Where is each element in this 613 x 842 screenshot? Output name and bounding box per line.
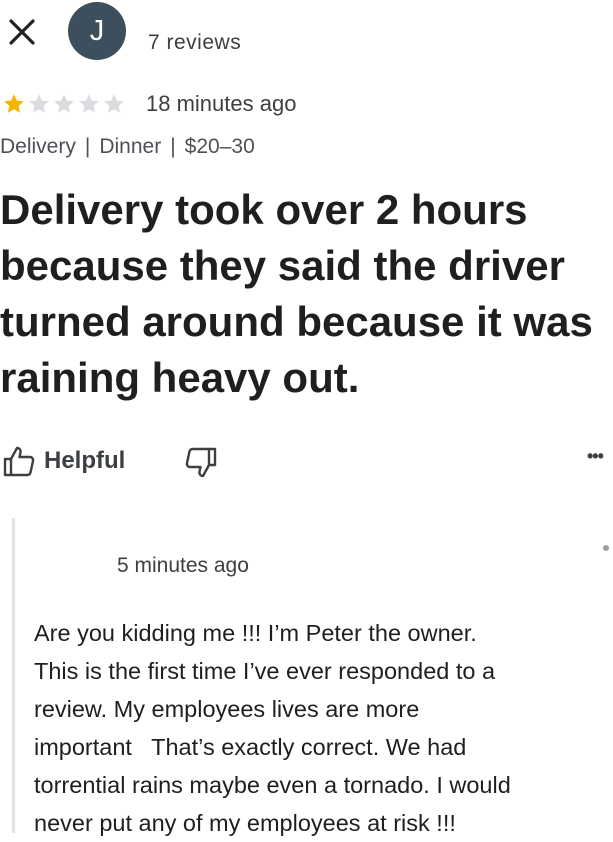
reply-text-line: review. My employees lives are more — [34, 696, 420, 722]
review-text: Delivery took over 2 hours because they … — [0, 182, 613, 406]
reply-text-line: This is the first time I’ve ever respond… — [34, 658, 496, 684]
review-text-line: turned around because it was — [0, 298, 593, 345]
tag-separator: | — [84, 135, 91, 158]
star-empty-icon — [29, 94, 49, 113]
helpful-label: Helpful — [44, 447, 126, 474]
review-text-line: raining heavy out. — [0, 354, 360, 401]
tag-service: Delivery — [0, 135, 76, 158]
tag-meal: Dinner — [99, 135, 162, 158]
reply-text-line: torrential rains maybe even a tornado. I… — [34, 772, 511, 798]
thumb-up-icon — [3, 446, 35, 477]
star-empty-icon — [79, 94, 99, 113]
reply-text-line: never put any of my employees at risk !!… — [34, 810, 456, 836]
star-empty-icon — [54, 94, 74, 113]
close-icon[interactable] — [6, 16, 38, 48]
star-rating — [2, 92, 126, 116]
helpful-button[interactable]: Helpful — [2, 444, 125, 478]
star-empty-icon — [104, 94, 124, 113]
review-count[interactable]: 7 reviews — [148, 31, 241, 55]
star-filled-icon — [4, 94, 24, 113]
review-time: 18 minutes ago — [146, 91, 297, 116]
owner-reply-text: Are you kidding me !!! I’m Peter the own… — [34, 614, 613, 842]
avatar[interactable]: J — [68, 2, 126, 60]
reply-text-line: Are you kidding me !!! I’m Peter the own… — [34, 620, 477, 646]
menu-dot-icon[interactable] — [603, 545, 609, 551]
more-options-button[interactable]: ••• — [587, 446, 613, 474]
review-text-line: because they said the driver — [0, 242, 565, 289]
review-tags: Delivery | Dinner | $20–30 — [0, 135, 255, 159]
reply-text-line: important That’s exactly correct. We had — [34, 734, 467, 760]
reply-time: 5 minutes ago — [117, 554, 249, 577]
tag-price: $20–30 — [184, 135, 255, 158]
tag-separator: | — [170, 135, 176, 158]
thumb-down-icon[interactable] — [184, 446, 218, 480]
review-text-line: Delivery took over 2 hours — [0, 186, 528, 233]
